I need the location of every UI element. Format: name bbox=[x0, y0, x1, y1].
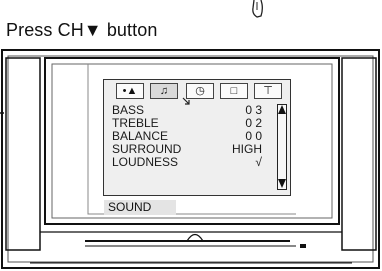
tab-clock-glyph: ◷ bbox=[195, 85, 205, 97]
screen-icon[interactable]: □ bbox=[220, 83, 248, 99]
sound-menu-osd: •▲ ♫ ◷ □ ⊤ BASS 0 3 TREBLE 0 2 BALANCE 0… bbox=[103, 79, 291, 196]
antenna-icon[interactable]: ⊤ bbox=[254, 83, 282, 99]
menu-row-loudness[interactable]: LOUDNESS √ bbox=[112, 156, 276, 169]
picture-icon[interactable]: •▲ bbox=[116, 83, 144, 99]
menu-item-value: √ bbox=[255, 155, 262, 169]
sound-icon[interactable]: ♫ bbox=[150, 83, 178, 99]
tab-picture-glyph: •▲ bbox=[122, 85, 138, 97]
menu-item-label: LOUDNESS bbox=[112, 155, 179, 169]
tab-antenna-glyph: ⊤ bbox=[263, 85, 273, 97]
tab-screen-glyph: □ bbox=[230, 85, 238, 97]
menu-tab-bar: •▲ ♫ ◷ □ ⊤ bbox=[114, 83, 284, 105]
scroll-down-arrow-icon[interactable] bbox=[278, 179, 286, 188]
sound-settings-list: BASS 0 3 TREBLE 0 2 BALANCE 0 0 SURROUND… bbox=[112, 104, 276, 169]
tab-sound-glyph: ♫ bbox=[159, 85, 169, 97]
menu-scrollbar[interactable] bbox=[277, 104, 287, 190]
menu-title-badge: SOUND bbox=[104, 200, 176, 215]
scroll-up-arrow-icon[interactable] bbox=[278, 105, 286, 114]
